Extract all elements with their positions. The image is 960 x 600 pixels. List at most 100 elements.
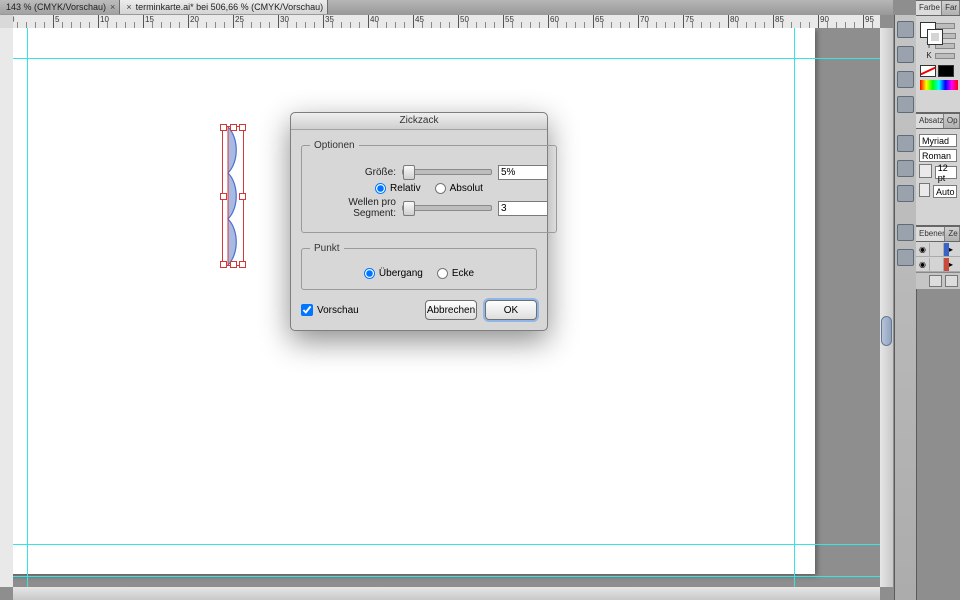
ruler-horizontal[interactable]: 05101520253035404550556065707580859095	[13, 15, 880, 29]
black-color-icon[interactable]	[938, 65, 954, 77]
font-size-icon	[919, 164, 932, 178]
eye-icon[interactable]: ◉	[916, 258, 930, 271]
scrollbar-horizontal[interactable]	[13, 586, 880, 600]
slider-knob[interactable]	[403, 201, 415, 216]
size-slider[interactable]	[402, 169, 492, 175]
scrollbar-thumb[interactable]	[881, 316, 892, 346]
relative-radio-input[interactable]	[375, 183, 386, 194]
guide-horizontal[interactable]	[13, 58, 880, 59]
dock-icon[interactable]	[897, 71, 914, 88]
absolute-radio[interactable]: Absolut	[435, 183, 483, 194]
lock-cell[interactable]	[930, 243, 944, 256]
ok-label: OK	[504, 305, 518, 316]
eye-icon[interactable]: ◉	[916, 243, 930, 256]
point-legend: Punkt	[310, 243, 344, 254]
point-group: Punkt Übergang Ecke	[301, 243, 537, 290]
selection-handle[interactable]	[230, 261, 237, 268]
layer-row[interactable]: ◉ ▸	[916, 242, 960, 257]
font-family-field[interactable]: Myriad	[919, 134, 957, 147]
lock-cell[interactable]	[930, 258, 944, 271]
k-slider[interactable]	[935, 53, 955, 59]
new-layer-icon[interactable]	[929, 275, 942, 287]
dock-icon[interactable]	[897, 135, 914, 152]
expand-icon[interactable]: ▸	[949, 245, 953, 254]
selection-handle[interactable]	[239, 193, 246, 200]
ok-button[interactable]: OK	[485, 300, 537, 320]
right-panel-area: Farbe Far C M Y K	[894, 0, 960, 600]
font-style-field[interactable]: Roman	[919, 149, 957, 162]
character-panel: Myriad Roman 12 pt Auto	[916, 129, 960, 226]
transition-label: Übergang	[379, 268, 423, 279]
scrollbar-vertical[interactable]	[879, 28, 893, 587]
close-icon[interactable]: ×	[126, 0, 131, 14]
tab-ebenen[interactable]: Ebenen	[916, 227, 945, 241]
guide-vertical[interactable]	[794, 28, 795, 587]
selection-handle[interactable]	[239, 261, 246, 268]
selection-handle[interactable]	[220, 193, 227, 200]
dock-icon[interactable]	[897, 21, 914, 38]
absolute-radio-input[interactable]	[435, 183, 446, 194]
tab-absatz2[interactable]: Op	[944, 114, 960, 128]
fill-stroke-swatch[interactable]	[920, 22, 922, 44]
document-tab-inactive[interactable]: 143 % (CMYK/Vorschau) ×	[0, 0, 120, 14]
waves-input[interactable]	[498, 201, 548, 216]
transition-radio[interactable]: Übergang	[364, 268, 423, 279]
relative-label: Relativ	[390, 183, 421, 194]
ruler-origin[interactable]	[0, 15, 14, 29]
tab-farbe[interactable]: Farbe	[916, 1, 942, 15]
guide-horizontal[interactable]	[13, 544, 880, 545]
close-icon[interactable]: ×	[110, 0, 115, 14]
tab-label: terminkarte.ai* bei 506,66 % (CMYK/Vorsc…	[136, 0, 324, 14]
options-legend: Optionen	[310, 140, 359, 151]
none-color-icon[interactable]	[920, 65, 936, 77]
relative-radio[interactable]: Relativ	[375, 183, 421, 194]
dock-icon[interactable]	[897, 249, 914, 266]
tab-absatz[interactable]: Absatz	[916, 114, 944, 128]
k-label: K	[926, 51, 931, 60]
selected-zigzag-shape[interactable]	[223, 127, 243, 265]
guide-vertical[interactable]	[27, 28, 28, 587]
document-tab-bar: 143 % (CMYK/Vorschau) × × terminkarte.ai…	[0, 0, 893, 16]
color-panel-tabs: Farbe Far	[916, 0, 960, 16]
slider-knob[interactable]	[403, 165, 415, 180]
spectrum-bar[interactable]	[920, 80, 958, 90]
size-label: Größe:	[310, 167, 402, 178]
dock-icon[interactable]	[897, 224, 914, 241]
dock-icon[interactable]	[897, 96, 914, 113]
waves-slider[interactable]	[402, 205, 492, 211]
ebenen-panel-tabs: Ebenen Ze	[916, 226, 960, 242]
color-panel: C M Y K	[916, 16, 960, 113]
guide-horizontal[interactable]	[13, 576, 880, 577]
cancel-label: Abbrechen	[427, 305, 475, 316]
cancel-button[interactable]: Abbrechen	[425, 300, 477, 320]
layer-row[interactable]: ◉ ▸	[916, 257, 960, 272]
size-input[interactable]	[498, 165, 548, 180]
leading-icon	[919, 183, 930, 197]
font-size-field[interactable]: 12 pt	[935, 166, 957, 179]
zigzag-dialog: Zickzack Optionen Größe: Relativ Absolut…	[290, 112, 548, 331]
corner-radio[interactable]: Ecke	[437, 268, 474, 279]
document-tab-active[interactable]: × terminkarte.ai* bei 506,66 % (CMYK/Vor…	[120, 0, 328, 14]
dock-icon[interactable]	[897, 185, 914, 202]
stroke-swatch[interactable]	[927, 29, 943, 45]
leading-field[interactable]: Auto	[933, 185, 957, 198]
delete-layer-icon[interactable]	[945, 275, 958, 287]
preview-checkbox-input[interactable]	[301, 304, 313, 316]
selection-handle[interactable]	[220, 261, 227, 268]
selection-handle[interactable]	[239, 124, 246, 131]
corner-radio-input[interactable]	[437, 268, 448, 279]
dialog-title[interactable]: Zickzack	[291, 113, 547, 130]
selection-handle[interactable]	[230, 124, 237, 131]
expand-icon[interactable]: ▸	[949, 260, 953, 269]
preview-checkbox[interactable]: Vorschau	[301, 304, 359, 316]
ruler-vertical[interactable]	[0, 28, 14, 587]
layers-footer	[916, 272, 960, 289]
tab-farbe2[interactable]: Far	[942, 1, 960, 15]
selection-handle[interactable]	[220, 124, 227, 131]
waves-label: Wellen pro Segment:	[310, 197, 402, 219]
transition-radio-input[interactable]	[364, 268, 375, 279]
dock-icon[interactable]	[897, 46, 914, 63]
c-slider[interactable]	[935, 23, 955, 29]
tab-ebenen2[interactable]: Ze	[945, 227, 960, 241]
dock-icon[interactable]	[897, 160, 914, 177]
